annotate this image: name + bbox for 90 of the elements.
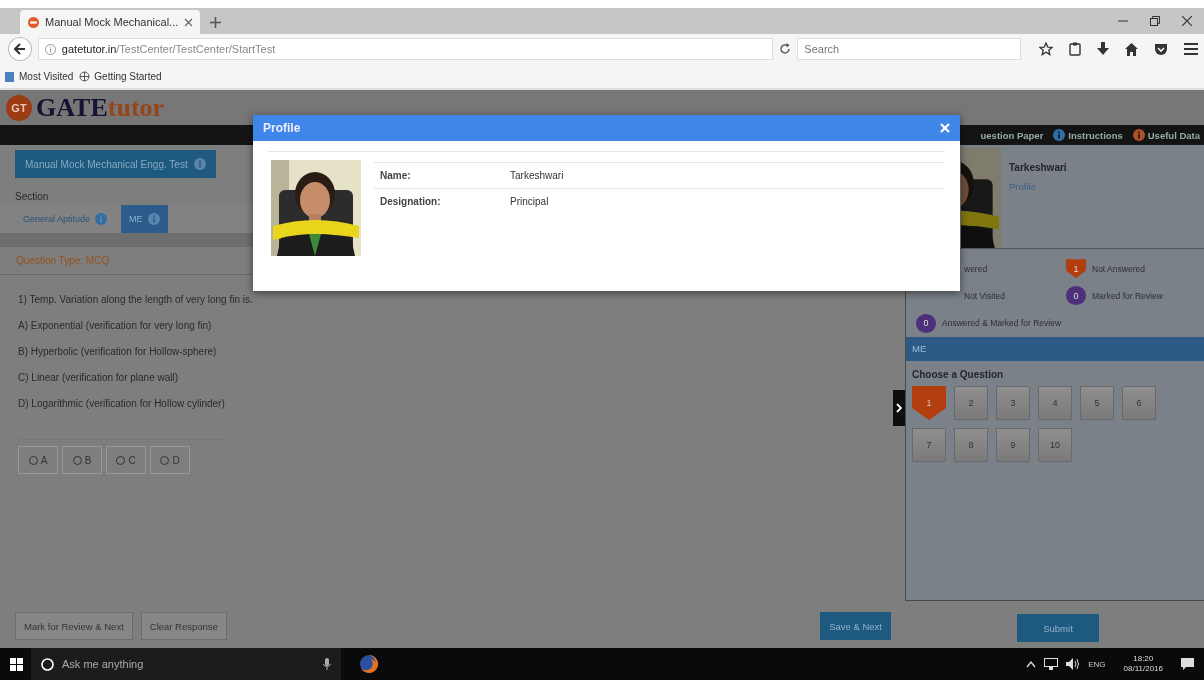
question-button[interactable]: 7 (912, 428, 946, 462)
clear-response-button[interactable]: Clear Response (140, 612, 227, 640)
chevron-right-icon (896, 403, 902, 413)
question-button[interactable]: 5 (1080, 386, 1114, 420)
question-button[interactable]: 4 (1038, 386, 1072, 420)
network-icon[interactable] (1044, 658, 1059, 670)
status-shield: 1 (1066, 259, 1086, 279)
question-button[interactable]: 3 (996, 386, 1030, 420)
section-header: ME (906, 337, 1204, 361)
close-icon[interactable] (1182, 16, 1192, 26)
question-button[interactable]: 9 (996, 428, 1030, 462)
choose-label: Choose a Question (911, 368, 1005, 382)
legend-label: Answered & Marked for Review (942, 318, 1062, 329)
choice-text: A) Exponential (verification for very long fin) (18, 319, 212, 333)
search-placeholder: Ask me anything (62, 658, 145, 670)
answer-option[interactable]: C (106, 446, 146, 474)
choice-text: C) Linear (verification for plane wall) (18, 371, 179, 385)
question-button[interactable]: 6 (1122, 386, 1156, 420)
nav-link[interactable]: Instructions (1053, 129, 1123, 141)
answer-option[interactable]: A (18, 446, 58, 474)
speaker-icon[interactable] (1066, 658, 1081, 670)
globe-icon (79, 70, 91, 82)
back-button[interactable] (8, 37, 32, 61)
bookmark-folder-icon (4, 70, 15, 82)
bookmark-link[interactable]: Getting Started (79, 70, 162, 82)
restore-icon[interactable] (1150, 16, 1160, 26)
taskbar-search[interactable]: Ask me anything (31, 648, 341, 680)
choice-text: B) Hyperbolic (verification for Hollow-sphere) (18, 345, 217, 359)
question-button[interactable]: 1 (912, 386, 946, 420)
info-icon (44, 43, 56, 55)
field-value: Principal (510, 196, 549, 207)
candidate-name: Tarkeshwari (1009, 162, 1067, 173)
nav-link[interactable]: Useful Data (1132, 129, 1200, 141)
clock-date: 08/11/2016 (1123, 664, 1163, 674)
star-icon[interactable] (1039, 42, 1053, 56)
info-icon (147, 213, 160, 225)
field-value: Tarkeshwari (510, 170, 564, 181)
question-button[interactable]: 8 (954, 428, 988, 462)
field-label: Name: (380, 170, 412, 181)
modal-title: Profile (263, 121, 301, 135)
logo-badge: GT (6, 94, 32, 121)
back-arrow-icon (13, 43, 26, 55)
address-bar[interactable]: gatetutor.in/TestCenter/TestCenter/StartTest (37, 38, 774, 60)
url-text: gatetutor.in/TestCenter/TestCenter/StartTest (61, 43, 276, 55)
close-button[interactable] (940, 123, 950, 133)
info-icon (95, 213, 108, 225)
legend-label: Not Answered (1092, 263, 1145, 274)
save-next-button[interactable]: Save & Next (820, 612, 891, 640)
legend-label: Marked for Review (1092, 291, 1163, 301)
menu-icon[interactable] (1184, 43, 1198, 55)
question-button[interactable]: 2 (954, 386, 988, 420)
home-icon[interactable] (1125, 42, 1138, 56)
status-badge: 0 (916, 313, 936, 333)
windows-icon[interactable] (10, 657, 23, 671)
reload-icon[interactable] (779, 43, 792, 55)
test-title-button[interactable]: Manual Mock Mechanical Engg. Test (15, 150, 216, 178)
language-indicator[interactable]: ENG (1088, 659, 1106, 669)
answer-option[interactable]: B (62, 446, 102, 474)
question-text: 1) Temp. Variation along the length of very long fin is. (18, 293, 253, 307)
section-tab[interactable]: General Aptitude (15, 205, 116, 233)
chevron-up-icon[interactable] (1026, 660, 1037, 668)
search-field[interactable]: Search (797, 38, 1021, 60)
download-icon[interactable] (1097, 42, 1109, 56)
favicon-icon (28, 16, 39, 28)
question-button[interactable]: 10 (1038, 428, 1072, 462)
field-label: Designation: (380, 196, 442, 207)
cortana-icon (41, 657, 54, 671)
panel-toggle[interactable] (893, 390, 905, 426)
mark-review-button[interactable]: Mark for Review & Next (15, 612, 133, 640)
answer-option[interactable]: D (150, 446, 190, 474)
logo-text: GATEtutor (36, 92, 165, 123)
clipboard-icon[interactable] (1069, 42, 1081, 56)
status-badge: 0 (1066, 286, 1086, 306)
section-tab[interactable]: ME (121, 205, 168, 233)
info-icon (193, 158, 206, 170)
bookmark-link[interactable]: Most Visited (4, 70, 74, 82)
browser-tab[interactable]: Manual Mock Mechanical... (20, 10, 200, 34)
notification-icon[interactable] (1181, 658, 1194, 670)
microphone-icon[interactable] (323, 658, 331, 670)
section-label: Section (15, 190, 49, 204)
choice-text: D) Logarithmic (verification for Hollow cylinder) (18, 397, 225, 411)
firefox-icon[interactable] (359, 654, 379, 674)
pocket-icon[interactable] (1154, 42, 1168, 56)
plus-icon[interactable] (210, 17, 221, 28)
nav-link[interactable]: uestion Paper (980, 129, 1044, 141)
close-icon[interactable] (184, 17, 194, 27)
legend-label: wered (964, 263, 988, 274)
clock-time: 18:20 (1133, 654, 1154, 664)
legend-label: Not Visited (964, 291, 1005, 301)
submit-button[interactable]: Submit (1017, 614, 1099, 642)
